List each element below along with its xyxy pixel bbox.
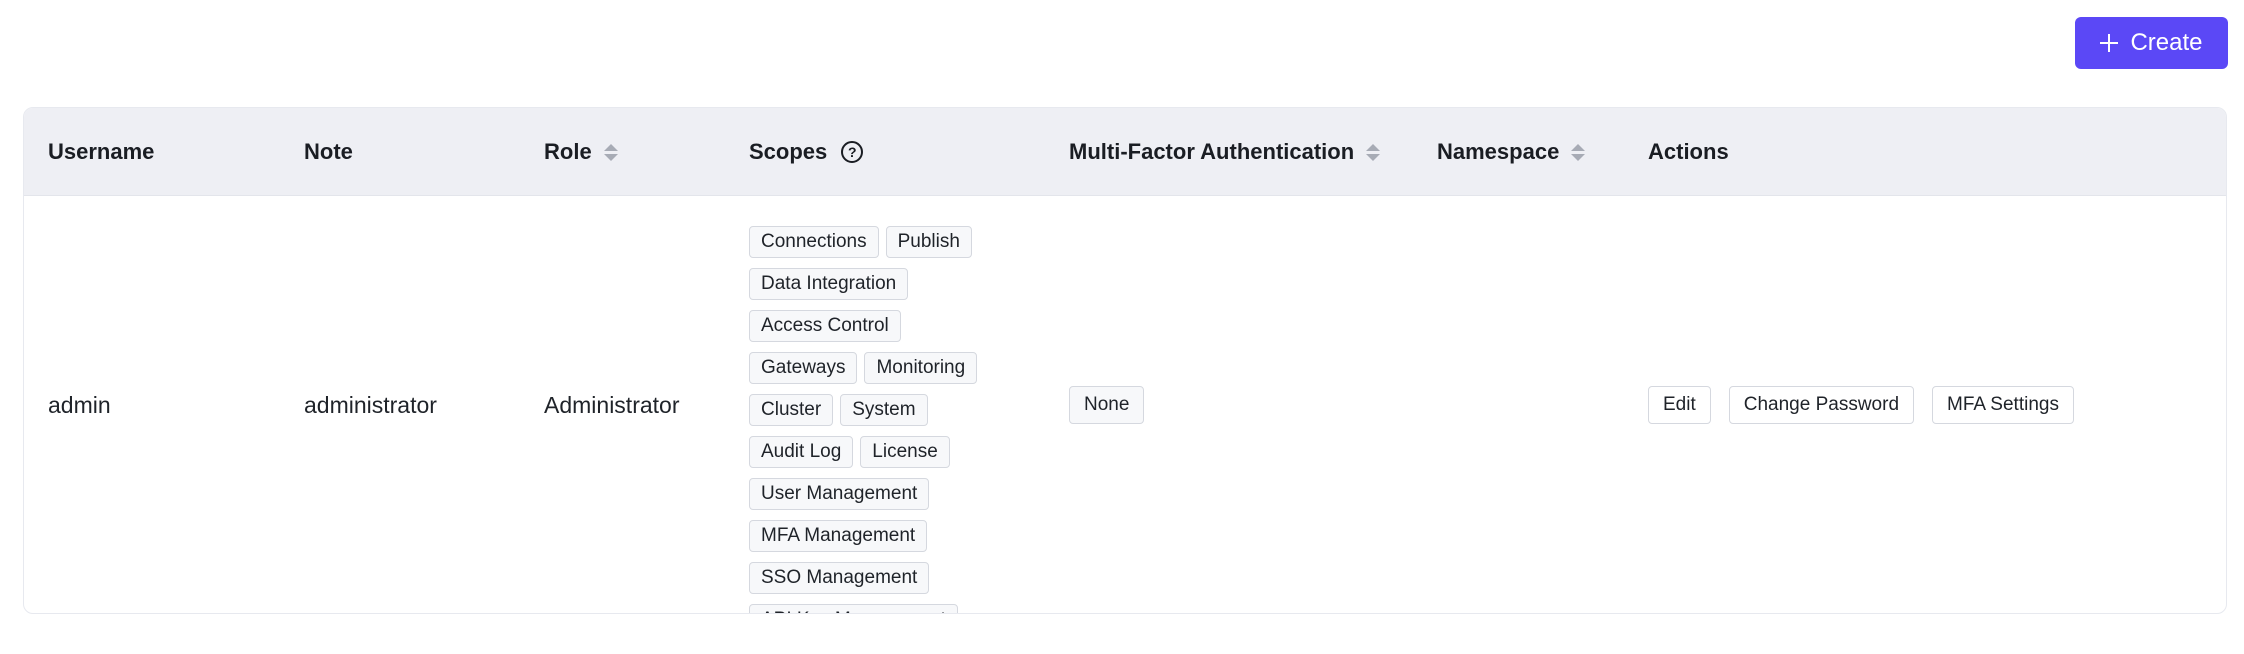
cell-role: Administrator	[544, 391, 680, 418]
scope-tag: Audit Log	[749, 436, 854, 468]
scope-tag: Access Control	[749, 310, 901, 342]
create-button-label: Create	[2130, 29, 2203, 56]
column-header-username-label: Username	[48, 139, 155, 164]
scope-tag: Publish	[885, 226, 972, 258]
change-password-button[interactable]: Change Password	[1728, 386, 1915, 424]
scope-tag: License	[860, 436, 950, 468]
cell-note: administrator	[304, 391, 437, 418]
create-button[interactable]: Create	[2075, 17, 2228, 69]
mfa-status-badge: None	[1069, 386, 1145, 424]
cell-actions: Edit Change Password MFA Settings	[1648, 196, 2092, 613]
cell-username: admin	[48, 391, 111, 418]
column-header-scopes: Scopes ?	[749, 108, 864, 196]
column-header-mfa[interactable]: Multi-Factor Authentication	[1069, 108, 1381, 196]
column-header-role[interactable]: Role	[544, 108, 618, 196]
scope-tag: Gateways	[749, 352, 858, 384]
scope-tag: API Key Management	[749, 604, 958, 613]
question-circle-icon[interactable]: ?	[841, 141, 864, 163]
column-header-namespace-label: Namespace	[1437, 139, 1560, 164]
cell-mfa: None	[1069, 196, 1145, 613]
users-page: Create Username Note Role Scopes ? Multi…	[0, 0, 2244, 654]
scope-tag: System	[840, 394, 928, 426]
column-header-namespace[interactable]: Namespace	[1437, 108, 1586, 196]
sort-icon[interactable]	[603, 143, 618, 161]
column-header-mfa-label: Multi-Factor Authentication	[1069, 139, 1355, 164]
scope-tag-list: Connections Publish Data Integration Acc…	[749, 226, 1009, 613]
mfa-settings-button[interactable]: MFA Settings	[1932, 386, 2074, 424]
sort-icon[interactable]	[1571, 143, 1586, 161]
scope-tag: SSO Management	[749, 562, 930, 594]
column-header-note: Note	[304, 108, 353, 196]
scope-tag: Cluster	[749, 394, 834, 426]
column-header-scopes-label: Scopes	[749, 139, 828, 164]
scope-tag: Connections	[749, 226, 879, 258]
scope-tag: Monitoring	[864, 352, 978, 384]
plus-icon	[2100, 34, 2119, 52]
column-header-role-label: Role	[544, 139, 592, 164]
users-table: Username Note Role Scopes ? Multi-Factor…	[23, 107, 2227, 614]
scope-tag: MFA Management	[749, 520, 928, 552]
sort-icon[interactable]	[1366, 143, 1381, 161]
column-header-note-label: Note	[304, 139, 353, 164]
column-header-username: Username	[48, 108, 154, 196]
column-header-actions: Actions	[1648, 108, 1729, 196]
table-header: Username Note Role Scopes ? Multi-Factor…	[24, 108, 2226, 196]
table-row: admin administrator Administrator Connec…	[24, 196, 2226, 613]
scope-tag: Data Integration	[749, 268, 909, 300]
scope-tag: User Management	[749, 478, 930, 510]
column-header-actions-label: Actions	[1648, 139, 1729, 164]
edit-button[interactable]: Edit	[1648, 386, 1711, 424]
